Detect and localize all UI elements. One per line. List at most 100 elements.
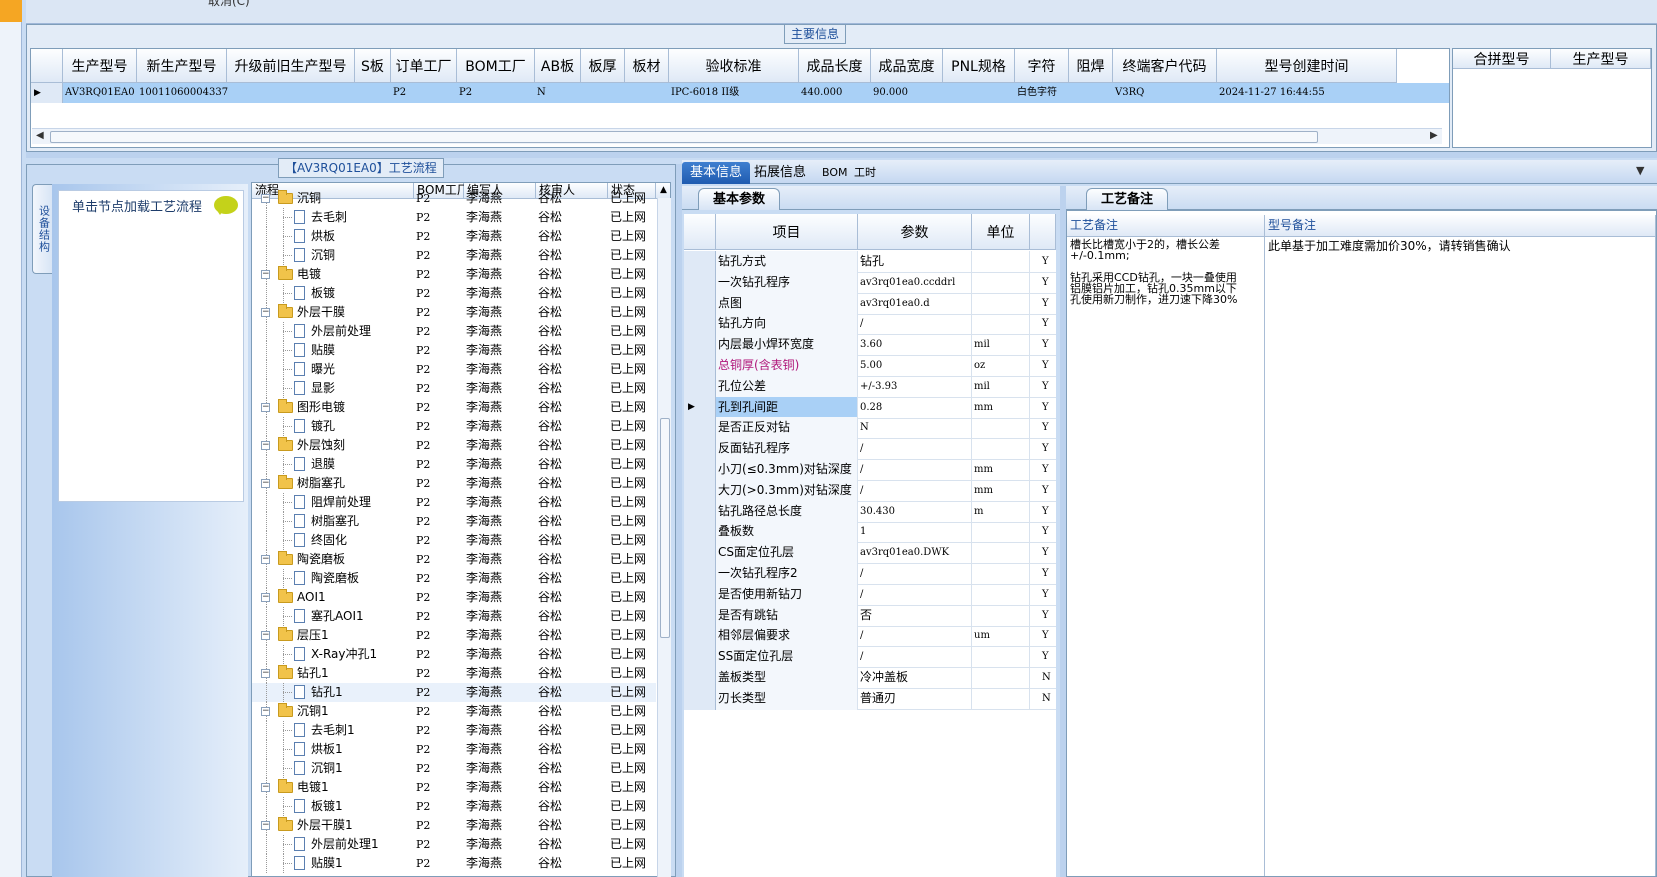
tree-row[interactable]: 去毛刺 P2 李海燕 谷松 已上网	[252, 208, 656, 227]
param-value[interactable]: 30.430	[858, 500, 972, 523]
model-remark-text[interactable]: 此单基于加工难度需加价30%，请转销售确认	[1265, 237, 1656, 876]
tree-node-label[interactable]: 塞孔AOI1	[311, 607, 364, 626]
scroll-left-icon[interactable]: ◀	[36, 130, 44, 141]
table-cell[interactable]: P2	[391, 83, 457, 103]
tree-row[interactable]: − 电镀1 P2 李海燕 谷松 已上网	[252, 778, 656, 797]
tree-node-label[interactable]: 烘板1	[311, 740, 343, 759]
tree-row[interactable]: 烘板 P2 李海燕 谷松 已上网	[252, 227, 656, 246]
row-selector[interactable]	[684, 375, 716, 398]
tree-node-label[interactable]: 外层干膜1	[297, 816, 353, 835]
equipment-structure-tab[interactable]: 设备结构	[32, 184, 54, 274]
param-value[interactable]: 5.00	[858, 355, 972, 377]
param-row[interactable]: 内层最小焊环宽度 3.60 mil Y	[684, 334, 1056, 357]
tree-row[interactable]: 沉铜1 P2 李海燕 谷松 已上网	[252, 759, 656, 778]
tree-row[interactable]: − 层压1 P2 李海燕 谷松 已上网	[252, 626, 656, 645]
tree-row[interactable]: 显影 P2 李海燕 谷松 已上网	[252, 379, 656, 398]
row-selector[interactable]	[684, 438, 716, 461]
param-value[interactable]: 1	[858, 521, 972, 544]
row-selector[interactable]	[684, 334, 716, 357]
param-row[interactable]: ▶ 孔到孔间距 0.28 mm Y	[684, 396, 1056, 419]
param-value[interactable]: 0.28	[858, 396, 972, 419]
row-selector[interactable]	[684, 625, 716, 648]
row-selector[interactable]	[684, 459, 716, 481]
tree-node-label[interactable]: 沉铜1	[297, 702, 329, 721]
column-header[interactable]: BOM工厂	[457, 49, 535, 83]
param-value[interactable]: 钻孔	[858, 251, 972, 273]
row-selector[interactable]	[684, 355, 716, 377]
column-header[interactable]: 验收标准	[669, 49, 799, 83]
collapse-icon[interactable]: −	[261, 403, 270, 412]
tree-row[interactable]: 塞孔AOI1 P2 李海燕 谷松 已上网	[252, 607, 656, 626]
column-header[interactable]: 板材	[625, 49, 669, 83]
tree-row[interactable]: 陶瓷磨板 P2 李海燕 谷松 已上网	[252, 569, 656, 588]
table-cell[interactable]	[625, 83, 669, 103]
param-value[interactable]: +/-3.93	[858, 375, 972, 398]
table-cell[interactable]: V3RQ	[1113, 83, 1217, 103]
tree-node-label[interactable]: 阻焊前处理	[311, 493, 371, 512]
tree-node-label[interactable]: 沉铜	[297, 189, 321, 208]
tree-row[interactable]: − 陶瓷磨板 P2 李海燕 谷松 已上网	[252, 550, 656, 569]
tree-node-label[interactable]: 电镀	[297, 265, 321, 284]
tree-node-label[interactable]: 贴膜	[311, 341, 335, 360]
row-selector[interactable]	[684, 251, 716, 273]
collapse-icon[interactable]: −	[261, 441, 270, 450]
param-row[interactable]: 大刀(>0.3mm)对钻深度 / mm Y	[684, 479, 1056, 502]
tab-basic-params[interactable]: 基本参数	[698, 188, 781, 210]
column-header[interactable]: AB板	[535, 49, 581, 83]
tree-row[interactable]: − 钻孔1 P2 李海燕 谷松 已上网	[252, 664, 656, 683]
process-remark-text[interactable]: 槽长比槽宽小于2的，槽长公差 +/-0.1mm; 钻孔采用CCD钻孔，一块一叠使…	[1067, 237, 1265, 876]
cancel-button[interactable]: 取消(C)	[208, 0, 250, 9]
param-value[interactable]: av3rq01ea0.d	[858, 292, 972, 315]
main-grid-hscrollbar[interactable]: ◀ ▶	[32, 128, 1442, 144]
column-header[interactable]: 参数	[858, 214, 972, 250]
row-selector[interactable]	[684, 479, 716, 502]
merged-model-grid[interactable]: 合拼型号 生产型号	[1452, 48, 1652, 148]
tree-node-label[interactable]: 去毛刺	[311, 208, 347, 227]
tree-row[interactable]: 镀孔 P2 李海燕 谷松 已上网	[252, 417, 656, 436]
param-value[interactable]: /	[858, 563, 972, 585]
collapse-icon[interactable]: −	[261, 631, 270, 640]
column-header[interactable]: 终端客户代码	[1113, 49, 1217, 83]
param-value[interactable]: av3rq01ea0.DWK	[858, 542, 972, 565]
tree-row[interactable]: − 外层干膜1 P2 李海燕 谷松 已上网	[252, 816, 656, 835]
column-header[interactable]: 字符	[1015, 49, 1069, 83]
param-row[interactable]: 小刀(≤0.3mm)对钻深度 / mm Y	[684, 459, 1056, 481]
tree-row[interactable]: 外层前处理1 P2 李海燕 谷松 已上网	[252, 835, 656, 854]
tree-node-label[interactable]: 陶瓷磨板	[311, 569, 359, 588]
table-cell[interactable]	[227, 83, 355, 103]
tree-node-label[interactable]: 终固化	[311, 531, 347, 550]
process-tree-vscrollbar[interactable]	[657, 198, 671, 877]
collapse-icon[interactable]: −	[261, 270, 270, 279]
table-cell[interactable]: 白色字符	[1015, 83, 1069, 103]
param-row[interactable]: 盖板类型 冷冲盖板 N	[684, 667, 1056, 689]
row-selector[interactable]	[684, 563, 716, 585]
tree-row[interactable]: 退膜 P2 李海燕 谷松 已上网	[252, 455, 656, 474]
tree-node-label[interactable]: 贴膜1	[311, 854, 343, 873]
column-header[interactable]: 订单工厂	[391, 49, 457, 83]
tree-node-label[interactable]: 外层干膜	[297, 303, 345, 322]
row-selector[interactable]	[684, 313, 716, 336]
param-value[interactable]: /	[858, 459, 972, 481]
tree-row[interactable]: − 电镀 P2 李海燕 谷松 已上网	[252, 265, 656, 284]
collapse-icon[interactable]: −	[261, 479, 270, 488]
tree-node-label[interactable]: X-Ray冲孔1	[311, 645, 377, 664]
tree-row[interactable]: 树脂塞孔 P2 李海燕 谷松 已上网	[252, 512, 656, 531]
param-value[interactable]: av3rq01ea0.ccddrl	[858, 271, 972, 294]
param-row[interactable]: 刃长类型 普通刃 N	[684, 687, 1056, 710]
param-value[interactable]: /	[858, 646, 972, 669]
param-value[interactable]: 普通刃	[858, 687, 972, 710]
tree-row[interactable]: − AOI1 P2 李海燕 谷松 已上网	[252, 588, 656, 607]
collapse-icon[interactable]: −	[261, 669, 270, 678]
table-row[interactable]: ▶ AV3RQ01EA0 10011060004337 P2 P2 N IPC-6018 I…	[31, 83, 1449, 103]
column-header[interactable]: 阻焊	[1069, 49, 1113, 83]
param-row[interactable]: 钻孔路径总长度 30.430 m Y	[684, 500, 1056, 523]
tree-node-label[interactable]: 外层蚀刻	[297, 436, 345, 455]
column-header[interactable]: 升级前旧生产型号	[227, 49, 355, 83]
scroll-thumb[interactable]	[50, 131, 1318, 143]
column-header[interactable]: 成品宽度	[871, 49, 943, 83]
row-selector[interactable]	[684, 500, 716, 523]
collapse-icon[interactable]: −	[261, 555, 270, 564]
param-value[interactable]: /	[858, 583, 972, 606]
row-selector[interactable]	[684, 292, 716, 315]
column-header[interactable]: 新生产型号	[137, 49, 227, 83]
